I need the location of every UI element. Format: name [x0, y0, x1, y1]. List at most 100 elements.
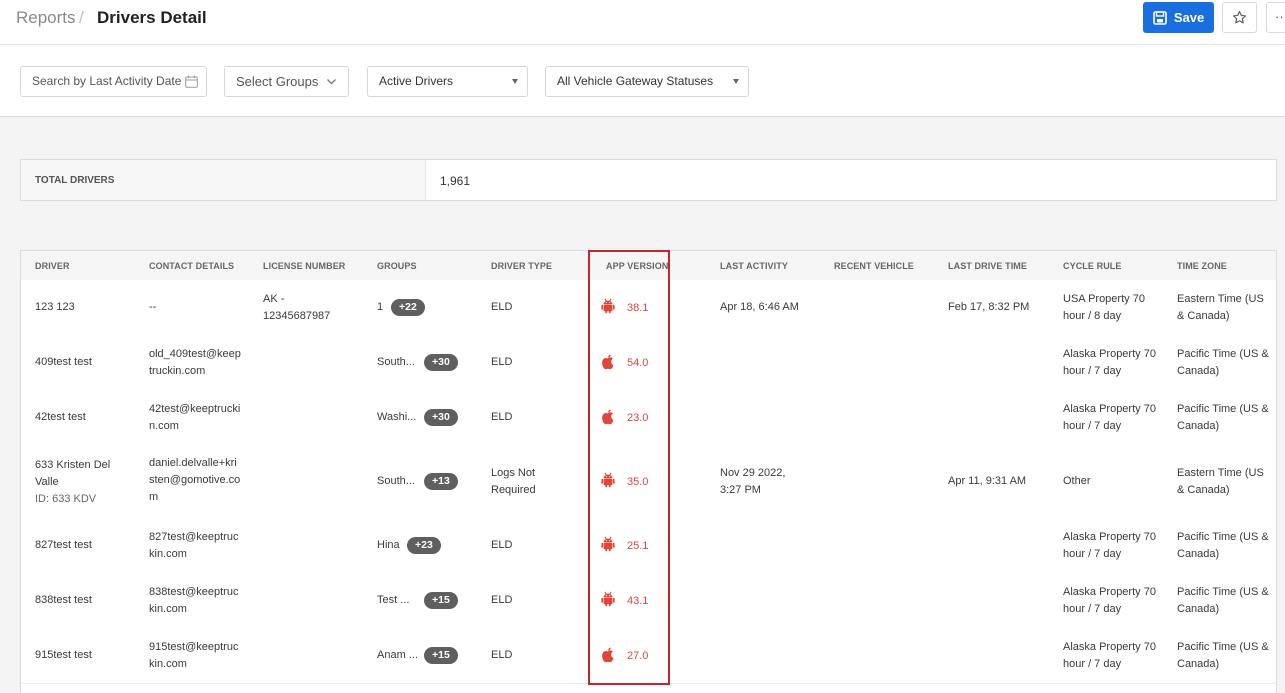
last-activity-date-filter[interactable]: Search by Last Activity Date: [20, 66, 207, 97]
drivers-table: DRIVER CONTACT DETAILS LICENSE NUMBER GR…: [20, 250, 1277, 693]
app-version-value: 27.0: [627, 650, 649, 662]
time-zone: Eastern Time (US & Canada): [1177, 467, 1264, 496]
table-header: DRIVER CONTACT DETAILS LICENSE NUMBER GR…: [21, 251, 1276, 280]
contact-details: old_409test@keeptruckin.com: [149, 348, 241, 377]
driver-status-value: Active Drivers: [379, 74, 454, 88]
gateway-status-select[interactable]: All Vehicle Gateway Statuses: [545, 66, 749, 97]
save-icon: [1153, 10, 1167, 25]
last-drive-time: Apr 11, 9:31 AM: [948, 475, 1027, 487]
groups-select[interactable]: Select Groups: [224, 66, 349, 97]
driver-name[interactable]: 123 123: [35, 299, 127, 316]
app-version-value: 43.1: [627, 595, 649, 607]
driver-type: ELD: [491, 411, 513, 423]
group-count-badge[interactable]: +13: [424, 473, 458, 490]
caret-down-icon: [512, 79, 518, 84]
time-zone: Eastern Time (US & Canada): [1177, 293, 1264, 322]
driver-name[interactable]: 915test test: [35, 647, 127, 664]
driver-name[interactable]: 633 Kristen Del Valle: [35, 457, 127, 491]
top-header: Reports / Drivers Detail Save ···: [0, 0, 1285, 45]
page-title: Drivers Detail: [97, 8, 207, 27]
driver-name[interactable]: 409test test: [35, 354, 127, 371]
caret-down-icon: [733, 79, 739, 84]
last-activity-date-placeholder: Search by Last Activity Date: [32, 74, 182, 88]
table-row[interactable]: 915test test 915test@keeptruckin.com Anam …: [21, 628, 1276, 684]
group-count-badge[interactable]: +22: [391, 299, 425, 316]
apple-icon: [600, 646, 616, 669]
column-header-driver[interactable]: DRIVER: [35, 261, 70, 271]
column-header-time-zone[interactable]: TIME ZONE: [1177, 261, 1227, 271]
total-drivers-value: 1,961: [440, 174, 471, 188]
driver-name[interactable]: 42test test: [35, 409, 127, 426]
driver-type: ELD: [491, 301, 513, 313]
gateway-status-value: All Vehicle Gateway Statuses: [557, 74, 714, 88]
license-number: AK - 12345687987: [263, 293, 331, 322]
cycle-rule: Alaska Property 70 hour / 7 day: [1063, 586, 1156, 615]
time-zone: Pacific Time (US & Canada): [1177, 586, 1269, 615]
group-count-badge[interactable]: +23: [407, 537, 441, 554]
star-icon: [1233, 11, 1246, 24]
driver-name[interactable]: 838test test: [35, 592, 127, 609]
filter-bar: Search by Last Activity Date Select Grou…: [0, 45, 1285, 117]
favorite-button[interactable]: [1222, 2, 1257, 33]
breadcrumb-reports-link[interactable]: Reports: [16, 8, 76, 28]
contact-details: daniel.delvalle+kristen@gomotive.com: [149, 457, 241, 503]
cycle-rule: Alaska Property 70 hour / 7 day: [1063, 641, 1156, 670]
last-activity: Apr 18, 6:46 AM: [720, 301, 799, 313]
app-version-value: 54.0: [627, 357, 649, 369]
table-row[interactable]: 123 123 -- AK - 12345687987 1 +22 ELD 38.1 Apr …: [21, 280, 1276, 336]
total-drivers-label-cell: TOTAL DRIVERS: [21, 160, 426, 200]
column-header-license-number[interactable]: LICENSE NUMBER: [263, 261, 345, 271]
table-row[interactable]: 827test test 827test@keeptruckin.com Hina +…: [21, 518, 1276, 574]
driver-id: ID: 633 KDV: [35, 493, 97, 505]
cycle-rule: Alaska Property 70 hour / 7 day: [1063, 403, 1156, 432]
time-zone: Pacific Time (US & Canada): [1177, 531, 1269, 560]
app-version-value: 38.1: [627, 302, 649, 314]
app-version-value: 35.0: [627, 476, 649, 488]
column-header-driver-type[interactable]: DRIVER TYPE: [491, 261, 552, 271]
cycle-rule: Alaska Property 70 hour / 7 day: [1063, 348, 1156, 377]
chevron-down-icon: [327, 79, 336, 85]
column-header-last-activity[interactable]: LAST ACTIVITY: [720, 261, 788, 271]
table-row[interactable]: 633 Kristen Del Valle ID: 633 KDV daniel.d…: [21, 445, 1276, 519]
column-header-cycle-rule[interactable]: CYCLE RULE: [1063, 261, 1122, 271]
contact-details: --: [149, 301, 157, 313]
column-header-groups[interactable]: GROUPS: [377, 261, 417, 271]
group-count-badge[interactable]: +15: [424, 647, 458, 664]
column-header-last-drive-time[interactable]: LAST DRIVE TIME: [948, 261, 1027, 271]
total-drivers-card: TOTAL DRIVERS 1,961: [20, 159, 1277, 201]
column-header-contact-details[interactable]: CONTACT DETAILS: [149, 261, 234, 271]
driver-type: ELD: [491, 594, 513, 606]
save-button-label: Save: [1173, 10, 1205, 25]
android-icon: [600, 591, 616, 612]
contact-details: 827test@keeptruckin.com: [149, 531, 239, 560]
contact-details: 42test@keeptruckin.com: [149, 403, 241, 432]
driver-status-select[interactable]: Active Drivers: [367, 66, 528, 97]
driver-type: Logs Not Required: [491, 467, 536, 496]
driver-name[interactable]: 827test test: [35, 537, 127, 554]
driver-type: ELD: [491, 356, 513, 368]
group-count-badge[interactable]: +15: [424, 592, 458, 609]
contact-details: 838test@keeptruckin.com: [149, 586, 239, 615]
table-row[interactable]: 838test test 838test@keeptruckin.com Test …: [21, 573, 1276, 629]
group-count-badge[interactable]: +30: [424, 354, 458, 371]
time-zone: Pacific Time (US & Canada): [1177, 348, 1269, 377]
more-options-button[interactable]: ···: [1266, 2, 1285, 33]
driver-type: ELD: [491, 539, 513, 551]
cycle-rule: Other: [1063, 475, 1091, 487]
group-count-badge[interactable]: +30: [424, 409, 458, 426]
breadcrumb-separator: /: [79, 8, 84, 27]
column-header-app-version[interactable]: APP VERSION: [606, 261, 668, 271]
cycle-rule: USA Property 70 hour / 8 day: [1063, 293, 1145, 322]
driver-type: ELD: [491, 649, 513, 661]
total-drivers-label: TOTAL DRIVERS: [35, 175, 115, 186]
table-row[interactable]: 409test test old_409test@keeptruckin.com S…: [21, 335, 1276, 391]
android-icon: [600, 298, 616, 319]
save-button[interactable]: Save: [1143, 2, 1214, 33]
cycle-rule: Alaska Property 70 hour / 7 day: [1063, 531, 1156, 560]
calendar-icon: [185, 75, 198, 88]
table-row[interactable]: 42test test 42test@keeptruckin.com Washi..…: [21, 390, 1276, 446]
app-version-value: 23.0: [627, 412, 649, 424]
apple-icon: [600, 408, 616, 431]
column-header-recent-vehicle[interactable]: RECENT VEHICLE: [834, 261, 914, 271]
app-version-value: 25.1: [627, 540, 649, 552]
